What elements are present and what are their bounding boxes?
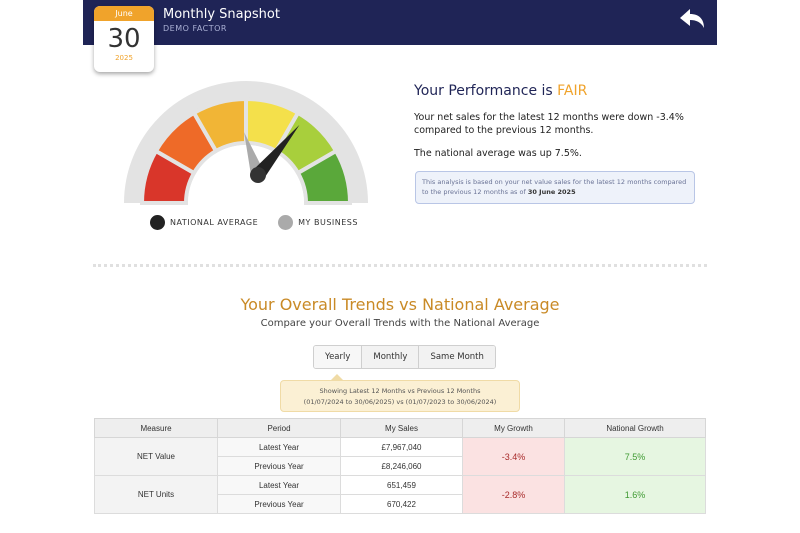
header-period: Period (217, 418, 341, 438)
app-header: Monthly Snapshot DEMO FACTOR (83, 0, 717, 45)
legend-my-business: MY BUSINESS (278, 215, 358, 230)
performance-rating: FAIR (557, 83, 588, 99)
sales-cell: £7,967,040 (340, 437, 463, 457)
sales-cell: 651,459 (340, 475, 463, 495)
header-national-growth: National Growth (564, 418, 706, 438)
gauge-hub (250, 167, 266, 183)
period-cell: Latest Year (217, 475, 341, 495)
tab-yearly[interactable]: Yearly (314, 346, 363, 368)
table-row: NET Value Latest Year £7,967,040 -3.4% 7… (94, 437, 706, 476)
my-growth-cell: -2.8% (462, 475, 565, 514)
legend-my-business-label: MY BUSINESS (298, 218, 358, 227)
calendar-day: 30 (107, 24, 141, 54)
analysis-note: This analysis is based on your net value… (415, 171, 695, 204)
period-cell: Latest Year (217, 437, 341, 457)
performance-gauge (124, 81, 368, 205)
period-info-line2: (01/07/2024 to 30/06/2025) vs (01/07/202… (303, 398, 497, 406)
table-row: NET Units Latest Year 651,459 -2.8% 1.6% (94, 475, 706, 514)
period-cell: Previous Year (217, 456, 341, 476)
trends-title: Your Overall Trends vs National Average (240, 295, 560, 314)
sales-cell: 670,422 (340, 494, 463, 514)
section-divider (93, 264, 707, 267)
my-business-dot (278, 215, 294, 230)
header-my-sales: My Sales (340, 418, 463, 438)
my-growth-cell: -3.4% (462, 437, 565, 476)
measure-cell: NET Value (94, 437, 218, 476)
trends-subtitle: Compare your Overall Trends with the Nat… (260, 318, 540, 329)
measure-cell: NET Units (94, 475, 218, 514)
performance-summary: Your net sales for the latest 12 months … (414, 112, 684, 136)
legend-national-average-label: NATIONAL AVERAGE (170, 218, 259, 227)
back-arrow-icon (680, 9, 704, 28)
analysis-note-date: 30 June 2025 (527, 188, 576, 196)
trends-table: Measure Period My Sales My Growth Nation… (94, 418, 706, 514)
national-growth-cell: 1.6% (564, 475, 706, 514)
period-info-line1: Showing Latest 12 Months vs Previous 12 … (319, 387, 481, 395)
national-growth-cell: 7.5% (564, 437, 706, 476)
performance-heading: Your Performance is FAIR (414, 83, 587, 99)
header-my-growth: My Growth (462, 418, 565, 438)
page-title: Monthly Snapshot (163, 7, 280, 22)
period-info-box: Showing Latest 12 Months vs Previous 12 … (280, 380, 520, 412)
national-average-dot (150, 215, 165, 230)
header-measure: Measure (94, 418, 218, 438)
date-calendar-badge: June 30 2025 (94, 6, 154, 72)
gauge-legend: NATIONAL AVERAGE MY BUSINESS (150, 215, 378, 230)
period-tabs: Yearly Monthly Same Month (313, 345, 496, 369)
calendar-year: 2025 (115, 54, 133, 62)
back-button[interactable] (677, 6, 707, 34)
national-average-summary: The national average was up 7.5%. (414, 148, 582, 159)
table-header-row: Measure Period My Sales My Growth Nation… (94, 418, 706, 438)
calendar-month: June (94, 6, 154, 21)
period-cell: Previous Year (217, 494, 341, 514)
performance-heading-prefix: Your Performance is (414, 83, 558, 99)
company-name: DEMO FACTOR (163, 24, 227, 33)
tab-monthly[interactable]: Monthly (362, 346, 420, 368)
sales-cell: £8,246,060 (340, 456, 463, 476)
legend-national-average: NATIONAL AVERAGE (150, 215, 258, 230)
tab-same-month[interactable]: Same Month (419, 346, 495, 368)
